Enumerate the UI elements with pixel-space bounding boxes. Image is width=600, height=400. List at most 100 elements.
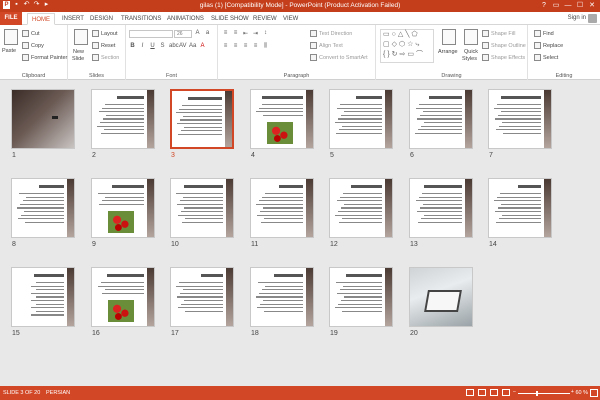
quick-styles-label-1[interactable]: Quick [464, 49, 478, 55]
slide-thumbnail[interactable] [329, 267, 393, 327]
tab-slide-show[interactable]: SLIDE SHOW [207, 13, 253, 25]
maximize-icon[interactable]: ☐ [574, 0, 586, 12]
tab-view[interactable]: VIEW [279, 13, 302, 25]
char-spacing-button[interactable]: AV [179, 43, 187, 49]
slide-thumbnail[interactable] [488, 178, 552, 238]
text-shadow-button[interactable]: abc [169, 43, 179, 49]
bold-button[interactable]: B [129, 43, 136, 49]
reading-view-icon[interactable] [490, 389, 498, 396]
close-icon[interactable]: ✕ [586, 0, 598, 12]
slide-body-text [99, 203, 144, 205]
slide-thumbnail[interactable] [91, 178, 155, 238]
shape-effects-button[interactable]: Shape Effects [482, 54, 525, 61]
strikethrough-button[interactable]: S [159, 43, 166, 49]
new-slide-label-1[interactable]: New [73, 49, 84, 55]
slide-thumbnail[interactable] [488, 89, 552, 149]
tab-home[interactable]: HOME [27, 13, 55, 25]
shapes-gallery[interactable]: ▭○△╲⬠ ▢◇⬡☆⤷ {}↻⇨▭⌒ [380, 29, 434, 63]
tab-animations[interactable]: ANIMATIONS [163, 13, 208, 25]
slide-sorter-view-icon[interactable] [478, 389, 486, 396]
slide-thumbnail[interactable] [170, 178, 234, 238]
decrease-indent-icon[interactable]: ⇤ [242, 30, 249, 37]
quick-styles-label-2[interactable]: Styles [462, 56, 477, 62]
tab-file[interactable]: FILE [0, 12, 22, 25]
slide-thumbnail[interactable] [409, 178, 473, 238]
new-slide-icon[interactable] [74, 29, 88, 45]
increase-indent-icon[interactable]: ⇥ [252, 30, 259, 37]
shape-fill-button[interactable]: Shape Fill [482, 30, 515, 37]
text-direction-button[interactable]: Text Direction [310, 30, 352, 37]
slide-body-text [337, 107, 382, 109]
grow-font-icon[interactable]: A [194, 30, 201, 36]
zoom-slider-knob[interactable] [536, 391, 538, 396]
replace-button[interactable]: Replace [534, 42, 563, 49]
format-painter-button[interactable]: Format Painter [22, 54, 67, 61]
align-left-icon[interactable]: ≡ [222, 43, 229, 50]
align-right-icon[interactable]: ≡ [242, 43, 249, 50]
slide-thumbnail[interactable] [91, 267, 155, 327]
slide-thumbnail[interactable] [250, 267, 314, 327]
columns-icon[interactable]: ⫼ [262, 43, 269, 50]
zoom-in-button[interactable]: + [571, 389, 574, 395]
slide-thumbnail[interactable] [91, 89, 155, 149]
convert-smartart-button[interactable]: Convert to SmartArt [310, 54, 368, 61]
align-text-button[interactable]: Align Text [310, 42, 343, 49]
zoom-out-button[interactable]: − [513, 389, 516, 395]
tab-review[interactable]: REVIEW [249, 13, 281, 25]
slide-body-text [105, 196, 144, 198]
minimize-icon[interactable]: — [562, 0, 574, 12]
font-color-button[interactable]: A [199, 43, 206, 49]
select-button[interactable]: Select [534, 54, 558, 61]
slide-thumbnail[interactable] [170, 267, 234, 327]
bullets-icon[interactable]: ≡ [222, 30, 229, 37]
reset-button[interactable]: Reset [92, 42, 115, 49]
slide-thumbnail[interactable] [409, 267, 473, 327]
language-indicator[interactable]: PERSIAN [46, 390, 70, 396]
shape-outline-button[interactable]: Shape Outline [482, 42, 526, 49]
slide-show-view-icon[interactable] [502, 389, 510, 396]
cut-button[interactable]: Cut [22, 30, 40, 37]
fit-to-window-icon[interactable] [590, 389, 598, 397]
slide-thumbnail[interactable] [250, 89, 314, 149]
line-spacing-icon[interactable]: ↕ [262, 30, 269, 37]
numbering-icon[interactable]: ≡ [232, 30, 239, 37]
slide-thumbnail[interactable] [11, 178, 75, 238]
arrange-icon[interactable] [442, 29, 456, 45]
copy-button[interactable]: Copy [22, 42, 44, 49]
slide-thumbnail[interactable] [250, 178, 314, 238]
tab-transitions[interactable]: TRANSITIONS [117, 13, 165, 25]
slide-thumbnail[interactable] [11, 267, 75, 327]
section-button[interactable]: Section [92, 54, 119, 61]
ribbon-display-icon[interactable]: ▭ [550, 0, 562, 12]
paste-icon[interactable] [4, 29, 18, 45]
quick-styles-icon[interactable] [464, 29, 478, 45]
font-size-dropdown[interactable]: 26 [174, 30, 192, 38]
font-name-dropdown[interactable] [129, 30, 173, 38]
zoom-slider[interactable] [518, 391, 570, 396]
zoom-level[interactable]: 60 % [575, 390, 588, 396]
italic-button[interactable]: I [139, 43, 146, 49]
underline-button[interactable]: U [149, 43, 156, 49]
slide-thumbnail[interactable] [409, 89, 473, 149]
help-icon[interactable]: ? [538, 0, 550, 12]
justify-icon[interactable]: ≡ [252, 43, 259, 50]
tab-insert[interactable]: INSERT [58, 13, 88, 25]
slide-body-text [343, 285, 382, 287]
shrink-font-icon[interactable]: a [204, 30, 211, 36]
slide-thumbnail[interactable] [170, 89, 234, 149]
find-button[interactable]: Find [534, 30, 554, 37]
slide-thumbnail[interactable] [329, 178, 393, 238]
slide-thumbnail[interactable] [11, 89, 75, 149]
slide-sorter-area[interactable]: 1 2 3 4 5 6 7 8 9 10 11 12 13 14 15 16 17 18 19 20 [0, 80, 600, 386]
tab-design[interactable]: DESIGN [86, 13, 117, 25]
align-center-icon[interactable]: ≡ [232, 43, 239, 50]
paste-button[interactable]: Paste [2, 48, 16, 54]
arrange-button[interactable]: Arrange [438, 49, 458, 55]
sign-in-link[interactable]: Sign in [568, 15, 586, 21]
normal-view-icon[interactable] [466, 389, 474, 396]
avatar[interactable] [588, 14, 597, 23]
slide-thumbnail[interactable] [329, 89, 393, 149]
change-case-button[interactable]: Aa [189, 43, 196, 49]
new-slide-label-2[interactable]: Slide [72, 56, 84, 62]
layout-button[interactable]: Layout [92, 30, 118, 37]
